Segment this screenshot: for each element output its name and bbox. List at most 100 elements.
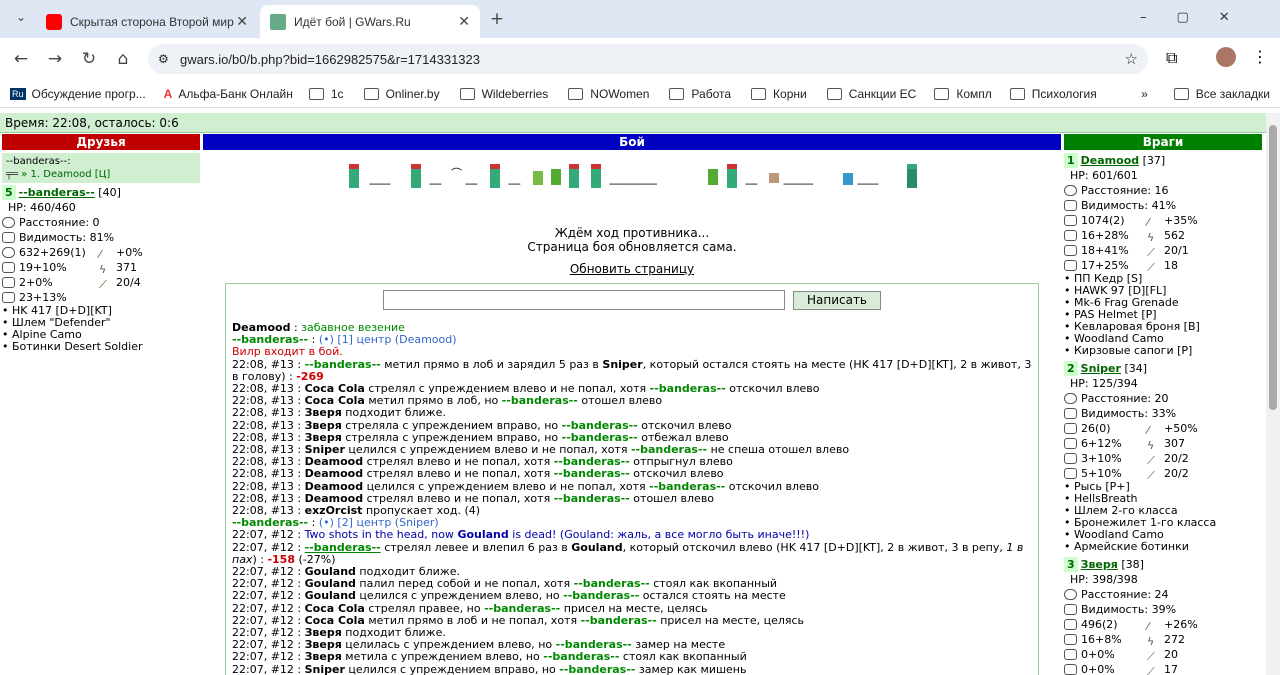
- soldier-icon: [591, 164, 601, 188]
- bookmark-item[interactable]: A Альфа-Банк Онлайн: [164, 87, 293, 101]
- window-controls[interactable]: –▢✕: [1140, 10, 1260, 25]
- player-visibility: Видимость: 81%: [19, 231, 115, 244]
- soldier-icon: [490, 164, 500, 188]
- scrollbar-thumb[interactable]: [1269, 125, 1277, 410]
- stat-value: 0+0%: [1081, 648, 1115, 661]
- enemy-card: 2 Sniper [34] HP: 125/394 Расстояние: 20 Вид…: [1064, 361, 1264, 553]
- youtube-icon: [46, 13, 62, 30]
- enemy-hp: HP: 125/394: [1070, 377, 1138, 390]
- stat-value: 20: [1164, 648, 1178, 661]
- level-badge: 1: [1064, 153, 1078, 168]
- bookmark-item[interactable]: Компл: [934, 87, 992, 101]
- armor-icon: [1064, 649, 1077, 660]
- distance-dashes: -------: [369, 177, 391, 190]
- bookmark-item[interactable]: Onliner.by: [363, 87, 440, 101]
- enemies-header: Враги: [1064, 134, 1262, 150]
- tab-title: Идёт бой | GWars.Ru: [294, 14, 411, 29]
- back-icon[interactable]: ←: [4, 49, 38, 69]
- battle-log-box: Написать Deamood : забавное везение --ban…: [225, 283, 1039, 675]
- distance-icon: [1064, 185, 1077, 196]
- stat-value: +50%: [1164, 422, 1198, 435]
- address-bar[interactable]: ⚙ gwars.io/b0/b.php?bid=1662982575&r=171…: [148, 44, 1148, 74]
- extensions-icon[interactable]: ⧉: [1166, 48, 1177, 68]
- item: Армейские ботинки: [1074, 540, 1189, 553]
- site-info-icon[interactable]: ⚙: [158, 52, 169, 66]
- reload-icon[interactable]: ↻: [72, 49, 106, 69]
- level-badge: 5: [2, 185, 16, 200]
- tab-search-icon[interactable]: ⌄: [4, 10, 38, 24]
- enemy-hp: HP: 398/398: [1070, 573, 1138, 586]
- browser-toolbar: ← → ↻ ⌂ ⚙ gwars.io/b0/b.php?bid=16629825…: [0, 38, 1280, 80]
- binoculars-icon: [1064, 604, 1077, 615]
- close-tab-icon[interactable]: ✕: [236, 13, 248, 30]
- write-button[interactable]: Написать: [793, 290, 881, 310]
- enemy-name[interactable]: Зверя: [1081, 557, 1118, 572]
- enemy-name-row: 1 Deamood [37]: [1064, 153, 1264, 168]
- stat-value: 20/2: [1164, 467, 1189, 480]
- lightning-icon: ϟ: [1147, 231, 1155, 244]
- boots-icon: [1064, 468, 1077, 479]
- armor-icon: [1064, 245, 1077, 256]
- bookmark-item[interactable]: Wildeberries: [459, 87, 548, 101]
- refresh-link[interactable]: Обновить страницу: [203, 262, 1061, 276]
- folder-icon: [1009, 87, 1025, 100]
- folder-icon: [751, 87, 767, 100]
- new-tab-icon[interactable]: +: [480, 9, 514, 29]
- page-scrollbar[interactable]: [1266, 113, 1280, 675]
- distance-dashes: -------: [857, 177, 879, 190]
- binoculars-icon: [2, 232, 15, 243]
- stat-value: 5+10%: [1081, 467, 1122, 480]
- boots-icon: [2, 292, 15, 303]
- bookmark-item[interactable]: NOWomen: [568, 87, 649, 101]
- level-badge: 2: [1064, 361, 1078, 376]
- chat-input[interactable]: [383, 290, 785, 310]
- tab-gwars[interactable]: Идёт бой | GWars.Ru ✕: [260, 5, 480, 38]
- folder-icon: [363, 87, 379, 100]
- bookmark-star-icon[interactable]: ☆: [1125, 50, 1138, 68]
- player-name[interactable]: --banderas--: [19, 185, 95, 200]
- browser-tab-strip: ⌄ Скрытая сторона Второй мир ✕ Идёт бой …: [0, 0, 1280, 38]
- stat-value: 496(2): [1081, 618, 1118, 631]
- log-line: 22:08, #13 : --banderas-- метил прямо в …: [232, 357, 1032, 383]
- lightning-icon: ϟ: [99, 263, 107, 276]
- enemy-soldier-icon: [907, 164, 917, 188]
- rifle-icon: ⟋: [1147, 650, 1155, 663]
- friend-target[interactable]: » 1. Deamood [Ц]: [21, 169, 110, 180]
- player-distance: Расстояние: 0: [19, 216, 100, 229]
- close-tab-icon[interactable]: ✕: [458, 13, 470, 30]
- bookmark-item[interactable]: Работа: [669, 87, 731, 101]
- enemy-name[interactable]: Sniper: [1081, 361, 1121, 376]
- bookmark-item[interactable]: 1с: [308, 87, 344, 101]
- rifle-icon: ⟋: [1147, 469, 1155, 482]
- player-level: [40]: [98, 186, 121, 199]
- avatar[interactable]: [1216, 47, 1236, 67]
- enemy-distance: Расстояние: 24: [1081, 588, 1169, 601]
- bookmark-item[interactable]: Ru Обсуждение прогр...: [10, 87, 146, 101]
- folder-icon: [826, 87, 842, 100]
- distance-icon: [2, 217, 15, 228]
- enemy-name[interactable]: Deamood: [1081, 153, 1139, 168]
- distance-dashes: ----: [465, 177, 478, 190]
- all-bookmarks[interactable]: » Все закладки: [1141, 87, 1270, 101]
- bird-icon: ⌒: [451, 167, 462, 180]
- forward-icon[interactable]: →: [38, 49, 72, 69]
- tab-youtube[interactable]: Скрытая сторона Второй мир ✕: [36, 5, 258, 38]
- menu-icon[interactable]: ⋮: [1252, 47, 1268, 66]
- folder-icon: [568, 87, 584, 100]
- bush-icon: [708, 169, 718, 185]
- bookmark-item[interactable]: Санкции ЕС: [826, 87, 916, 101]
- bookmark-item[interactable]: Психология: [1009, 87, 1097, 101]
- more-chevron-icon[interactable]: »: [1141, 87, 1148, 101]
- enemy-visibility: Видимость: 33%: [1081, 407, 1177, 420]
- stat-value: +0%: [116, 246, 143, 259]
- battle-log: Deamood : забавное везение --banderas-- :…: [232, 321, 1032, 675]
- log-line: 22:07, #12 : Sniper целился с упреждение…: [232, 662, 747, 675]
- home-icon[interactable]: ⌂: [106, 49, 140, 69]
- distance-dashes: ----: [429, 177, 442, 190]
- enemy-level: [38]: [1121, 558, 1144, 571]
- lightning-icon: ϟ: [1147, 439, 1155, 452]
- rubble-icon: [769, 173, 779, 183]
- bookmark-item[interactable]: Корни: [751, 87, 807, 101]
- binoculars-icon: [1064, 200, 1077, 211]
- item-list: • Рысь [P+] • HellsBreath • Шлем 2-го клас…: [1064, 480, 1217, 553]
